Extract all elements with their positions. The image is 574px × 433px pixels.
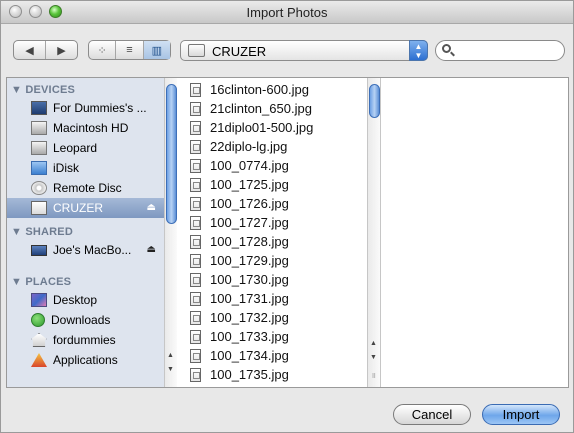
jpeg-file-icon: [190, 101, 201, 116]
back-arrow-icon: ◀: [25, 44, 34, 57]
places-header: ▼ PLACES: [11, 276, 72, 288]
popup-arrows-icon: ▲ ▼: [409, 40, 428, 61]
file-row[interactable]: 100_1733.jpg: [182, 327, 367, 346]
jpeg-file-icon: [190, 139, 201, 154]
file-row[interactable]: 21clinton_650.jpg: [182, 99, 367, 118]
cancel-button[interactable]: Cancel: [393, 404, 471, 425]
sidebar-item-macintosh-hd[interactable]: Macintosh HD: [11, 118, 164, 138]
jpeg-file-icon: [190, 158, 201, 173]
column-resize-handle[interactable]: ॥: [368, 370, 379, 382]
file-row[interactable]: 21diplo01-500.jpg: [182, 118, 367, 137]
icon-view-button[interactable]: ⁘: [89, 41, 117, 59]
file-column: 16clinton-600.jpg 21clinton_650.jpg 21di…: [182, 78, 367, 387]
file-row[interactable]: 100_0774.jpg: [182, 156, 367, 175]
location-popup[interactable]: CRUZER ▲ ▼: [180, 40, 428, 61]
sidebar: ▼ DEVICES For Dummies's ... Macintosh HD…: [7, 78, 164, 387]
file-row[interactable]: 100_1726.jpg: [182, 194, 367, 213]
file-column-scrollbar[interactable]: ▲ ▼ ॥: [367, 78, 381, 387]
scroll-down-arrow-icon[interactable]: ▼: [368, 352, 379, 364]
idisk-icon: [31, 161, 47, 175]
forward-arrow-icon: ▶: [57, 44, 66, 57]
jpeg-file-icon: [190, 329, 201, 344]
file-row[interactable]: 100_1731.jpg: [182, 289, 367, 308]
applications-icon: [31, 353, 47, 367]
window-title: Import Photos: [246, 5, 328, 20]
back-forward-control: ◀ ▶: [13, 40, 78, 60]
icon-view-icon: ⁘: [97, 44, 107, 57]
file-row[interactable]: 100_1734.jpg: [182, 346, 367, 365]
jpeg-file-icon: [190, 82, 201, 97]
sidebar-item-cruzer[interactable]: CRUZER ⏏: [7, 198, 164, 218]
jpeg-file-icon: [190, 291, 201, 306]
sidebar-scrollbar[interactable]: ▲ ▼: [164, 78, 177, 387]
home-icon: [31, 333, 47, 347]
jpeg-file-icon: [190, 215, 201, 230]
file-row[interactable]: 100_1735.jpg: [182, 365, 367, 384]
column-view-button[interactable]: ▥: [143, 41, 170, 59]
sidebar-scroll-thumb[interactable]: [166, 84, 177, 224]
hard-disk-icon: [31, 141, 47, 155]
disc-icon: [31, 181, 47, 195]
column-view-icon: ▥: [151, 44, 163, 57]
hard-disk-icon: [31, 121, 47, 135]
sidebar-item-idisk[interactable]: iDisk: [11, 158, 164, 178]
file-row[interactable]: 100_1725.jpg: [182, 175, 367, 194]
eject-icon[interactable]: ⏏: [147, 244, 156, 255]
desktop-icon: [31, 293, 47, 307]
file-row[interactable]: 100_1732.jpg: [182, 308, 367, 327]
jpeg-file-icon: [190, 177, 201, 192]
file-row[interactable]: 16clinton-600.jpg: [182, 80, 367, 99]
sidebar-item-desktop[interactable]: Desktop: [11, 290, 164, 310]
list-view-icon: ≡: [126, 44, 133, 56]
eject-icon[interactable]: ⏏: [147, 202, 156, 213]
file-row[interactable]: 100_1728.jpg: [182, 232, 367, 251]
drive-icon: [188, 44, 205, 57]
title-bar: Import Photos: [1, 1, 573, 24]
location-label: CRUZER: [212, 44, 267, 59]
search-icon: [442, 44, 451, 53]
sidebar-item-joes-macbook[interactable]: Joe's MacBo... ⏏: [11, 240, 164, 260]
sidebar-item-fordummies[interactable]: fordummies: [11, 330, 164, 350]
file-scroll-thumb[interactable]: [369, 84, 380, 118]
sidebar-item-remote-disc[interactable]: Remote Disc: [11, 178, 164, 198]
sidebar-item-downloads[interactable]: Downloads: [11, 310, 164, 330]
computer-icon: [31, 101, 47, 115]
sidebar-item-for-dummies[interactable]: For Dummies's ...: [11, 98, 164, 118]
jpeg-file-icon: [190, 310, 201, 325]
list-view-button[interactable]: ≡: [116, 41, 144, 59]
import-photos-dialog: Import Photos ◀ ▶ ⁘ ≡ ▥ CRUZER ▲ ▼ ▼ DEVI…: [0, 0, 574, 433]
jpeg-file-icon: [190, 367, 201, 382]
jpeg-file-icon: [190, 234, 201, 249]
sidebar-item-applications[interactable]: Applications: [11, 350, 164, 370]
usb-drive-icon: [31, 201, 47, 215]
file-row[interactable]: 100_1730.jpg: [182, 270, 367, 289]
back-button[interactable]: ◀: [14, 41, 46, 59]
jpeg-file-icon: [190, 196, 201, 211]
view-mode-control: ⁘ ≡ ▥: [88, 40, 171, 60]
shared-header: ▼ SHARED: [11, 226, 73, 238]
search-field[interactable]: [435, 40, 565, 61]
jpeg-file-icon: [190, 120, 201, 135]
sidebar-item-leopard[interactable]: Leopard: [11, 138, 164, 158]
file-row[interactable]: 100_1727.jpg: [182, 213, 367, 232]
downloads-icon: [31, 313, 45, 327]
scroll-down-arrow-icon[interactable]: ▼: [165, 364, 176, 376]
jpeg-file-icon: [190, 348, 201, 363]
jpeg-file-icon: [190, 253, 201, 268]
file-row[interactable]: 22diplo-lg.jpg: [182, 137, 367, 156]
devices-header: ▼ DEVICES: [11, 84, 76, 96]
file-browser: ▼ DEVICES For Dummies's ... Macintosh HD…: [6, 77, 569, 388]
scroll-up-arrow-icon[interactable]: ▲: [368, 338, 379, 350]
forward-button[interactable]: ▶: [46, 41, 77, 59]
laptop-icon: [31, 244, 47, 256]
scroll-up-arrow-icon[interactable]: ▲: [165, 350, 176, 362]
preview-column: [382, 78, 568, 387]
file-row[interactable]: 100_1729.jpg: [182, 251, 367, 270]
toolbar: ◀ ▶ ⁘ ≡ ▥ CRUZER ▲ ▼: [1, 24, 573, 74]
jpeg-file-icon: [190, 272, 201, 287]
import-button[interactable]: Import: [482, 404, 560, 425]
